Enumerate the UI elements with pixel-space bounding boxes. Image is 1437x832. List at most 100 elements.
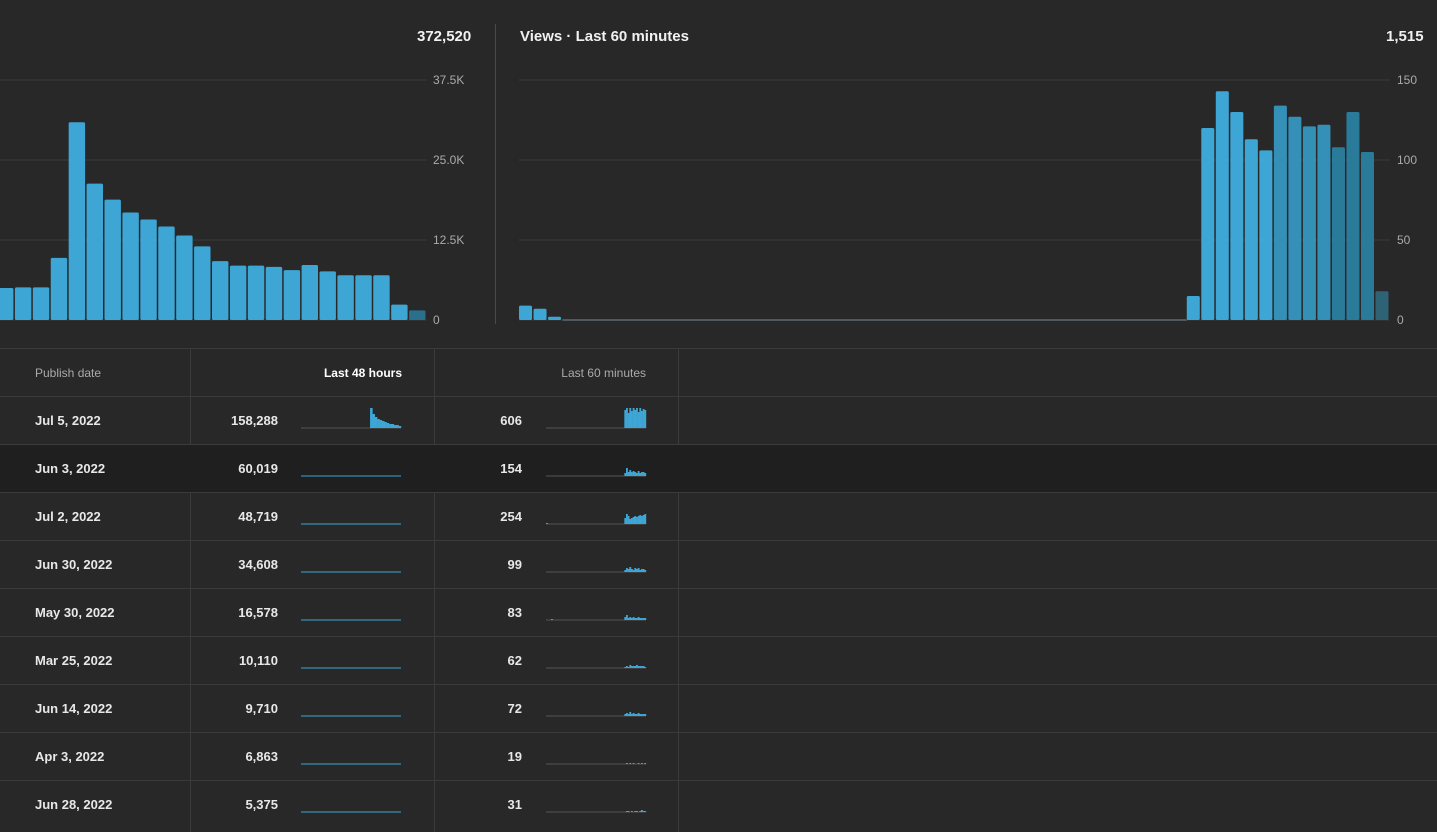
spark-bar [398,426,402,428]
header-last-48-hours[interactable]: Last 48 hours [190,349,402,396]
row-publish-date: Jun 28, 2022 [35,797,113,812]
sparkline-48h-svg [301,408,402,429]
sparkline-60m-svg [546,712,647,717]
table-row[interactable]: Mar 25, 2022 10,110 62 [0,636,1437,684]
table-row[interactable]: Jun 14, 2022 9,710 72 [0,684,1437,732]
spark-bar [384,422,387,428]
spark-bar [629,519,632,524]
header-publish-date[interactable]: Publish date [35,349,101,396]
spark-bar [642,666,645,668]
header-last-60-minutes[interactable]: Last 60 minutes [434,349,646,396]
spark-bar [624,410,627,428]
table-row[interactable]: Apr 3, 2022 6,863 19 [0,732,1437,780]
spark-bar [624,667,627,668]
spark-bar [629,665,632,668]
spark-bar [629,567,632,572]
sparkline-48h-svg [301,763,401,765]
spark-bar [639,666,642,668]
row-views-48h: 10,110 [238,653,278,668]
spark-bar [632,713,635,716]
spark-bar [370,408,373,428]
sparkline-60m [546,548,647,576]
sparkline-60m-svg [546,408,647,429]
spark-bar [386,423,390,428]
y-tick-label: 0 [433,313,440,327]
spark-bar [393,425,397,428]
bar [391,304,408,320]
bar [1302,126,1316,321]
spark-bar [634,666,637,668]
views-60m-panel: Views · Last 60 minutes 1,515 0 50 100 150 [496,0,1437,348]
spark-bar [634,811,637,812]
sparkline-60m-svg [546,514,647,525]
spark-bar [631,472,633,476]
spark-bar [391,424,395,428]
spark-bar [626,713,628,716]
spark-bar [627,516,630,524]
spark-bar [637,666,640,668]
spark-bar [639,570,642,572]
spark-bar [641,516,643,524]
spark-bar [644,514,647,524]
spark-bar [641,714,643,716]
spark-bar [629,617,632,620]
spark-bar [642,618,645,620]
spark-bar [636,473,638,476]
bar [1273,105,1287,320]
spark-bar [629,712,632,716]
sparkline-48h [301,404,402,432]
sparkline-60m [546,692,647,720]
bar [1360,152,1374,320]
row-views-48h: 60,019 [238,461,278,476]
spark-bar [627,667,630,668]
spark-bar [637,471,640,476]
spark-bar [639,618,642,620]
bar [229,265,247,320]
bar [373,275,390,320]
spark-bar [637,763,640,764]
spark-bar [626,811,628,812]
sparkline-48h [301,500,401,528]
spark-bar [374,417,378,428]
table-row[interactable]: May 30, 2022 16,578 83 [0,588,1437,636]
bar [301,264,318,320]
spark-bar [644,714,647,716]
spark-bar [631,666,633,668]
spark-bar [379,420,383,428]
spark-bar [642,811,645,812]
spark-bar [626,763,628,764]
spark-bar [624,473,627,476]
spark-bar [627,811,630,812]
spark-bar [639,408,642,428]
sparkline-60m-svg [546,567,647,573]
row-views-60m: 62 [507,653,522,668]
spark-bar [546,523,548,524]
bar [140,219,157,320]
spark-bar [641,472,643,476]
table-row[interactable]: Jul 5, 2022 158,288 606 [0,396,1437,444]
spark-bar [637,412,640,428]
spark-bar [626,514,628,524]
bar [533,308,547,320]
bar [50,257,68,320]
table-row[interactable]: Jun 3, 2022 60,019 154 [0,444,1437,492]
bar [212,261,229,320]
sparkline-48h-svg [301,619,401,621]
spark-bar [644,570,647,572]
views-48h-chart: 0 12.5K 25.0K 37.5K [0,73,464,327]
spark-bar [627,569,630,572]
table-row[interactable]: Jun 30, 2022 34,608 99 [0,540,1437,588]
spark-bar [637,617,640,620]
row-publish-date: Mar 25, 2022 [35,653,113,668]
spark-bar [381,421,385,428]
table-row[interactable]: Jun 28, 2022 5,375 31 [0,780,1437,828]
bar [319,271,336,320]
spark-bar [631,411,633,428]
sparkline-48h [301,644,401,672]
spark-bar [639,515,642,524]
row-views-48h: 16,578 [238,605,278,620]
bar [1186,296,1200,320]
bar [194,246,211,320]
table-row[interactable]: Jul 2, 2022 48,719 254 [0,492,1437,540]
spark-bar [626,666,628,668]
